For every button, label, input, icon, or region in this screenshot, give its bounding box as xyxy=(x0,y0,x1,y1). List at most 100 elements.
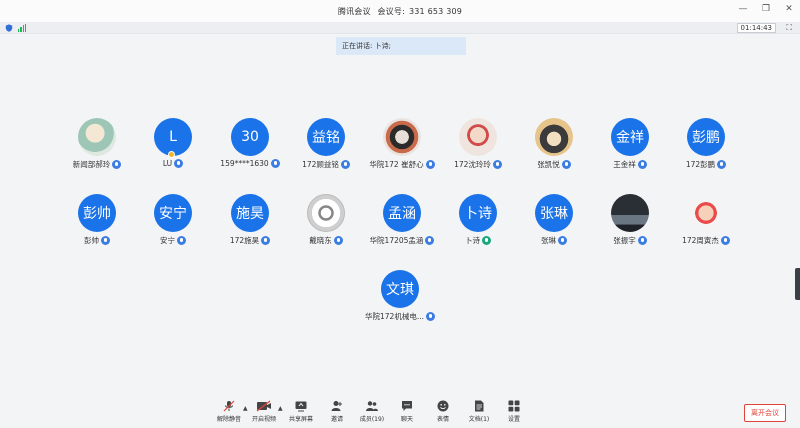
unmute-button[interactable]: 解除静音 xyxy=(214,400,244,426)
participant-name: 卜诗 xyxy=(465,236,480,245)
participant-name: 华院17205孟涵 xyxy=(369,236,424,245)
participant-name-row: 172施昊 xyxy=(212,235,288,246)
avatar: 安宁 xyxy=(154,194,192,232)
shield-icon[interactable] xyxy=(5,24,13,32)
mic-icon xyxy=(425,312,435,321)
start-video-button[interactable]: 开启视频 xyxy=(249,400,279,426)
participant-name-row: 彭帅 xyxy=(59,235,135,246)
participant-name: 159****1630 xyxy=(220,159,269,168)
docs-button[interactable]: 文档(1) xyxy=(464,400,494,426)
participant-tile[interactable]: 华院172 崔舒心 xyxy=(364,118,440,174)
invite-button[interactable]: 邀请 xyxy=(322,400,352,426)
speaking-label: 正在讲话: xyxy=(342,42,373,50)
participant-name: 戴晓东 xyxy=(309,236,332,245)
mic-icon xyxy=(261,236,271,245)
avatar: 文琪 xyxy=(381,270,419,308)
chat-label: 聊天 xyxy=(400,416,413,423)
title-bar: 腾讯会议 会议号: 331 653 309 — ❐ ✕ xyxy=(0,0,800,22)
share-screen-button[interactable]: 共享屏幕 xyxy=(286,400,316,426)
mic-icon xyxy=(558,236,567,245)
participant-tile[interactable]: 张琳 张琳 xyxy=(516,194,592,250)
restore-icon[interactable]: ❐ xyxy=(761,4,771,14)
mic-icon xyxy=(492,160,502,169)
participant-name-row: 华院172 崔舒心 xyxy=(364,159,440,170)
avatar: 张琳 xyxy=(535,194,573,232)
reactions-label: 表情 xyxy=(436,416,449,423)
participant-tile[interactable]: 施昊 172施昊 xyxy=(212,194,288,250)
minimize-icon[interactable]: — xyxy=(738,4,748,14)
participant-tile[interactable]: 彭鹏 172彭鹏 xyxy=(668,118,744,174)
participant-name: 彭帅 xyxy=(84,236,99,245)
unmute-label: 解除静音 xyxy=(216,416,241,423)
leave-meeting-button[interactable]: 离开会议 xyxy=(744,404,786,422)
avatar xyxy=(78,118,116,156)
participant-name-row: 张振宇 xyxy=(592,235,668,246)
camera-off-icon xyxy=(256,400,271,412)
avatar: 金祥 xyxy=(611,118,649,156)
signal-icon[interactable] xyxy=(18,24,26,32)
avatar: L xyxy=(154,118,192,156)
app-name: 腾讯会议 xyxy=(337,6,371,16)
participant-tile[interactable]: 金祥 王金祥 xyxy=(592,118,668,174)
video-options-chevron-icon[interactable]: ▲ xyxy=(278,405,283,412)
mic-icon xyxy=(637,160,647,169)
side-panel-handle[interactable] xyxy=(795,268,800,300)
participant-tile[interactable]: 益铭 172顾益铭 xyxy=(288,118,364,174)
participant-tile[interactable]: 新闻部郝玲 xyxy=(59,118,135,174)
participant-name-row: 张凯悦 xyxy=(516,159,592,170)
participant-tile[interactable]: 彭帅 彭帅 xyxy=(59,194,135,250)
participant-tile[interactable]: 戴晓东 xyxy=(288,194,364,250)
participant-name: 华院172 崔舒心 xyxy=(369,160,424,169)
participant-name: 172彭鹏 xyxy=(685,160,716,169)
participant-name-row: 卜诗 xyxy=(440,235,516,246)
participant-name: 172周寅杰 xyxy=(682,236,719,245)
mic-icon xyxy=(717,160,727,169)
participant-tile[interactable]: 172周寅杰 xyxy=(668,194,744,250)
audio-options-chevron-icon[interactable]: ▲ xyxy=(243,405,248,412)
participant-tile[interactable]: 张凯悦 xyxy=(516,118,592,174)
mic-icon xyxy=(270,159,280,168)
meeting-id-label: 会议号: xyxy=(377,6,405,16)
meeting-timer: 01:14:43 xyxy=(736,23,776,33)
mic-icon xyxy=(112,160,122,169)
participant-name: 华院172机械电... xyxy=(365,312,424,321)
avatar xyxy=(611,194,649,232)
members-button[interactable]: 成员(19) xyxy=(357,400,387,426)
participant-tile[interactable]: 文琪华院172机械电... xyxy=(362,270,438,326)
participant-name-row: 172彭鹏 xyxy=(668,159,744,170)
mic-icon xyxy=(177,236,186,245)
avatar: 彭鹏 xyxy=(687,118,725,156)
avatar: 30 xyxy=(231,118,269,156)
meeting-toolbar: 解除静音 ▲ 开启视频 ▲ 共享屏幕 邀请 成员(19) 聊天 表情 文档(1)… xyxy=(0,396,800,428)
mic-icon xyxy=(425,236,435,245)
avatar xyxy=(459,118,497,156)
participant-tile[interactable]: L LU xyxy=(135,118,211,174)
mic-icon xyxy=(720,236,730,245)
participant-name: 172沈玲玲 xyxy=(454,160,491,169)
start-video-label: 开启视频 xyxy=(251,416,276,423)
participant-name-row: 安宁 xyxy=(135,235,211,246)
participant-tile[interactable]: 安宁 安宁 xyxy=(135,194,211,250)
participant-name: LU xyxy=(162,159,173,168)
participant-tile[interactable]: 卜诗 卜诗 xyxy=(440,194,516,250)
close-icon[interactable]: ✕ xyxy=(784,4,794,14)
avatar: 孟涵 xyxy=(383,194,421,232)
avatar xyxy=(535,118,573,156)
participant-tile[interactable]: 30 159****1630 xyxy=(212,118,288,174)
participant-name-row: 172周寅杰 xyxy=(668,235,744,246)
host-badge-icon xyxy=(168,151,175,158)
settings-button[interactable]: 设置 xyxy=(499,400,529,426)
reactions-button[interactable]: 表情 xyxy=(428,400,458,426)
members-icon xyxy=(366,401,378,411)
participant-tile[interactable]: 172沈玲玲 xyxy=(440,118,516,174)
avatar xyxy=(383,118,421,156)
chat-button[interactable]: 聊天 xyxy=(392,400,422,426)
participant-tile[interactable]: 孟涵华院17205孟涵 xyxy=(364,194,440,250)
participant-name: 张振宇 xyxy=(613,236,636,245)
participant-name-row: 华院17205孟涵 xyxy=(364,235,440,246)
share-screen-icon xyxy=(295,401,307,412)
participant-name: 张琳 xyxy=(541,236,556,245)
participant-tile[interactable]: 张振宇 xyxy=(592,194,668,250)
fullscreen-icon[interactable]: ⛶ xyxy=(786,24,792,32)
avatar: 卜诗 xyxy=(459,194,497,232)
